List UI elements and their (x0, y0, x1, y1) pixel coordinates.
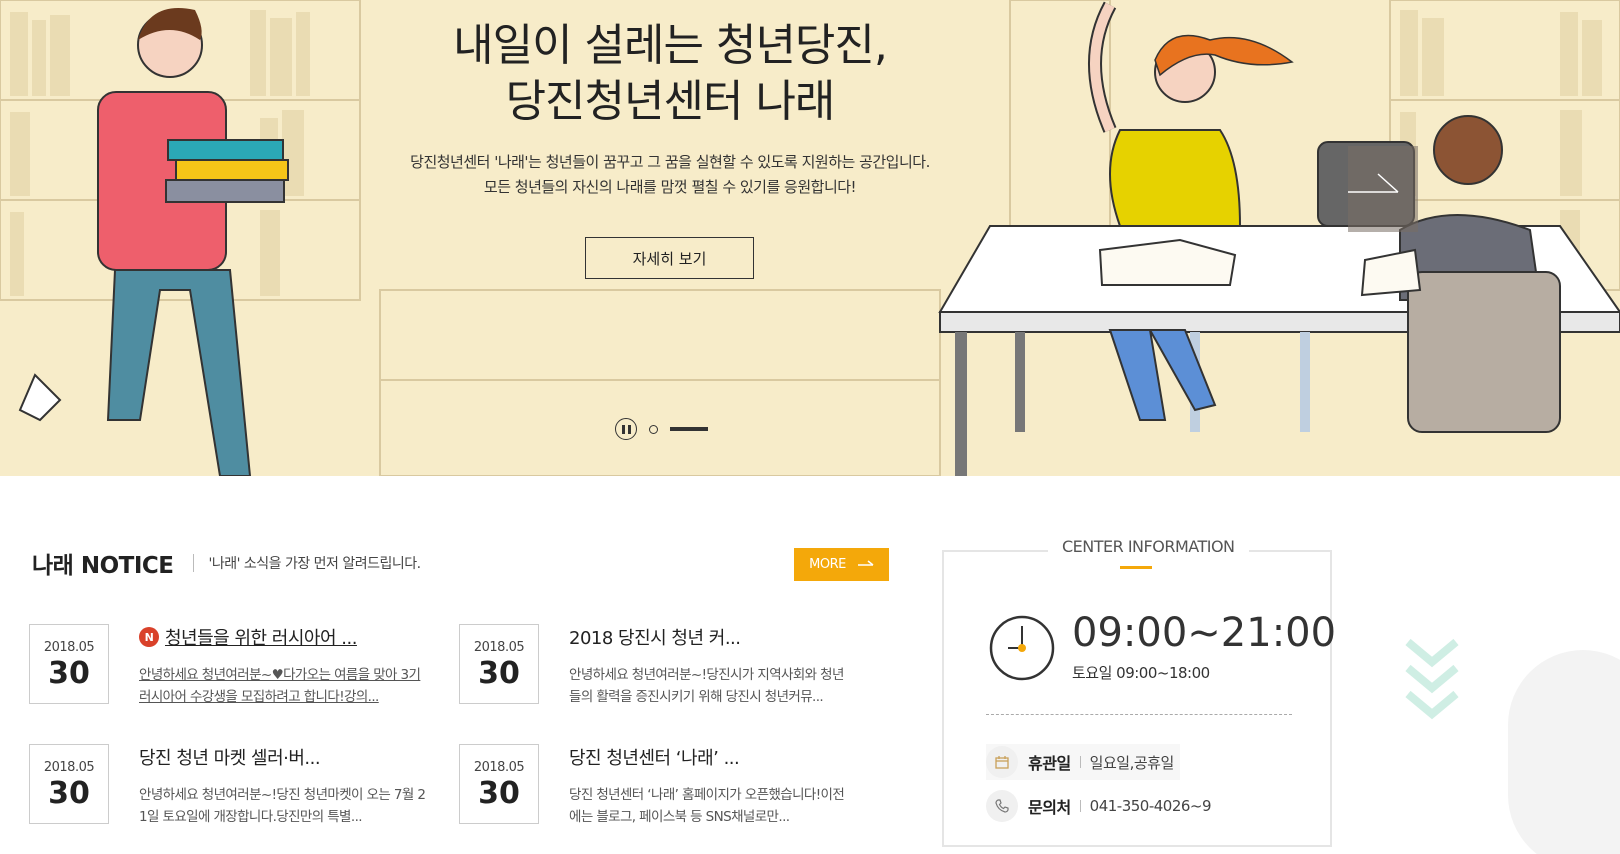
decorative-shape (1508, 650, 1620, 854)
date-box: 2018.05 30 (459, 744, 539, 824)
desc-line: 러시아어 수강생을 모집하려고 합니다!강의... (139, 689, 379, 705)
hero-description: 당진청년센터 '나래'는 청년들이 꿈꾸고 그 꿈을 실현할 수 있도록 지원하… (370, 150, 970, 200)
date-box: 2018.05 30 (29, 744, 109, 824)
notice-title-text: 청년들을 위한 러시아어 ... (165, 628, 357, 649)
notice-item-desc: 안녕하세요 청년여러분~!당진시가 지역사회와 청년 들의 활력을 증진시키기 … (569, 664, 869, 708)
desc-line: 안녕하세요 청년여러분~!당진 청년마켓이 오는 7월 2 (139, 787, 426, 803)
hero-banner: 내일이 설레는 청년당진, 당진청년센터 나래 당진청년센터 '나래'는 청년들… (0, 0, 1620, 476)
date-day: 30 (478, 656, 520, 691)
calendar-icon (986, 746, 1018, 778)
notice-item-desc: 안녕하세요 청년여러분~♥다가오는 여름을 맞아 3기 러시아어 수강생을 모집… (139, 664, 439, 708)
arrow-right-icon (857, 559, 874, 566)
date-day: 30 (48, 656, 90, 691)
notice-item-title[interactable]: 2018 당진시 청년 커... (569, 624, 741, 650)
phone-icon (986, 790, 1018, 822)
date-box: 2018.05 30 (29, 624, 109, 704)
notice-title-text: 당진 청년 마켓 셀러·버... (139, 748, 321, 769)
notice-subtitle: '나래' 소식을 가장 먼저 알려드립니다. (208, 556, 421, 572)
hero-title-line2: 당진청년센터 나래 (505, 76, 836, 127)
desc-line: 에는 블로그, 페이스북 등 SNS채널로만... (569, 809, 790, 825)
notice-item-title[interactable]: 당진 청년 마켓 셀러·버... (139, 744, 321, 770)
slide-indicator-1[interactable] (649, 424, 658, 434)
notice-item-title[interactable]: 당진 청년센터 ‘나래’ ... (569, 744, 740, 770)
notice-item[interactable]: 2018.05 30 N 청년들을 위한 러시아어 ... 안녕하세요 청년여러… (29, 624, 449, 714)
more-label: MORE (809, 557, 846, 572)
closed-days-label: 휴관일 (1028, 754, 1071, 773)
date-year-month: 2018.05 (473, 640, 525, 655)
notice-title-text: 2018 당진시 청년 커... (569, 628, 741, 649)
chevron-down-icon (1405, 638, 1459, 720)
divider (1079, 800, 1081, 812)
divider (193, 554, 195, 572)
saturday-hours: 토요일 09:00~18:00 (1072, 664, 1210, 682)
date-year-month: 2018.05 (43, 640, 95, 655)
desc-line: 1일 토요일에 개장합니다.당진만의 특별... (139, 809, 363, 825)
next-slide-button[interactable] (1348, 146, 1418, 232)
hero-title: 내일이 설레는 청년당진, 당진청년센터 나래 (400, 18, 940, 130)
date-day: 30 (478, 776, 520, 811)
divider (986, 714, 1292, 715)
date-box: 2018.05 30 (459, 624, 539, 704)
desc-line: 안녕하세요 청년여러분~♥다가오는 여름을 맞아 3기 (139, 667, 421, 683)
notice-header: 나래 NOTICE '나래' 소식을 가장 먼저 알려드립니다. (32, 546, 421, 580)
contact-row: 문의처 041-350-4026~9 (986, 788, 1212, 824)
notice-item-desc: 당진 청년센터 ‘나래’ 홈페이지가 오픈했습니다!이전 에는 블로그, 페이스… (569, 784, 869, 828)
more-button[interactable]: MORE (794, 548, 889, 581)
center-information-panel: CENTER INFORMATION 09:00~21:00 토요일 09:00… (942, 537, 1336, 847)
view-more-button[interactable]: 자세히 보기 (585, 237, 754, 279)
new-badge: N (139, 627, 159, 647)
pause-icon[interactable] (615, 418, 637, 440)
desc-line: 당진 청년센터 ‘나래’ 홈페이지가 오픈했습니다!이전 (569, 787, 845, 803)
desc-line: 들의 활력을 증진시키기 위해 당진시 청년커뮤... (569, 689, 824, 705)
notice-item-desc: 안녕하세요 청년여러분~!당진 청년마켓이 오는 7월 2 1일 토요일에 개장… (139, 784, 439, 828)
slide-controls (615, 418, 708, 440)
clock-icon (989, 615, 1055, 681)
contact-value[interactable]: 041-350-4026~9 (1090, 797, 1212, 815)
date-year-month: 2018.05 (473, 760, 525, 775)
notice-item[interactable]: 2018.05 30 당진 청년 마켓 셀러·버... 안녕하세요 청년여러분~… (29, 744, 449, 834)
arrow-right-icon (1348, 173, 1399, 193)
title-accent-bar (1120, 566, 1152, 569)
notice-item-title[interactable]: N 청년들을 위한 러시아어 ... (139, 624, 357, 650)
notice-title-text: 당진 청년센터 ‘나래’ ... (569, 748, 740, 769)
hero-desc-line1: 당진청년센터 '나래'는 청년들이 꿈꾸고 그 꿈을 실현할 수 있도록 지원하… (410, 153, 930, 171)
notice-item[interactable]: 2018.05 30 2018 당진시 청년 커... 안녕하세요 청년여러분~… (459, 624, 879, 714)
date-day: 30 (48, 776, 90, 811)
closed-days-value: 일요일,공휴일 (1089, 753, 1175, 772)
closed-days-row: 휴관일 일요일,공휴일 (986, 744, 1180, 780)
center-info-title: CENTER INFORMATION (1048, 537, 1249, 556)
slide-indicator-2[interactable] (670, 427, 708, 431)
contact-label: 문의처 (1028, 798, 1071, 817)
notice-title: 나래 NOTICE (32, 553, 174, 579)
divider (1079, 756, 1081, 768)
hero-desc-line2: 모든 청년들의 자신의 나래를 맘껏 펼칠 수 있기를 응원합니다! (483, 178, 857, 196)
hero-title-line1: 내일이 설레는 청년당진, (453, 20, 888, 71)
opening-hours: 09:00~21:00 (1072, 610, 1337, 656)
notice-item[interactable]: 2018.05 30 당진 청년센터 ‘나래’ ... 당진 청년센터 ‘나래’… (459, 744, 879, 834)
date-year-month: 2018.05 (43, 760, 95, 775)
desc-line: 안녕하세요 청년여러분~!당진시가 지역사회와 청년 (569, 667, 844, 683)
